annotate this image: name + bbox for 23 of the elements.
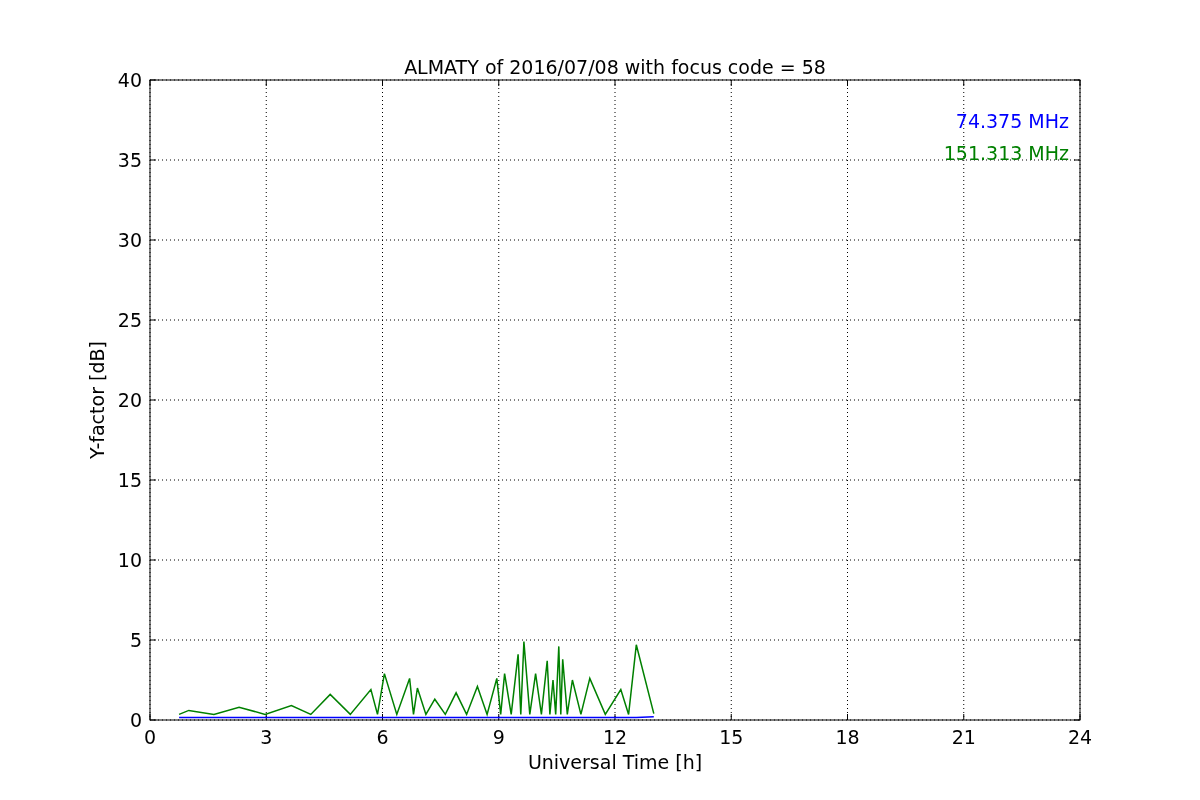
x-tick-label: 21 — [951, 726, 976, 748]
x-tick-label: 12 — [602, 726, 628, 748]
legend-label: 74.375 MHz — [955, 110, 1069, 132]
y-tick-label: 25 — [117, 309, 142, 331]
y-tick-label: 20 — [117, 389, 142, 411]
x-tick-label: 9 — [492, 726, 505, 748]
x-tick-label: 18 — [835, 726, 860, 748]
y-tick-label: 40 — [117, 69, 142, 91]
legend-label: 151.313 MHz — [943, 142, 1069, 164]
x-tick-label: 0 — [143, 726, 157, 748]
y-tick-label: 30 — [117, 229, 142, 251]
x-tick-label: 15 — [719, 726, 744, 748]
y-tick-label: 5 — [129, 629, 142, 651]
y-tick-label: 0 — [129, 709, 142, 731]
chart-title: ALMATY of 2016/07/08 with focus code = 58 — [404, 56, 826, 78]
x-tick-label: 6 — [376, 726, 389, 748]
y-tick-label: 10 — [117, 549, 142, 571]
x-tick-label: 24 — [1067, 726, 1093, 748]
y-tick-label: 15 — [117, 469, 142, 491]
y-tick-label: 35 — [117, 149, 142, 171]
x-axis-label: Universal Time [h] — [527, 751, 703, 773]
y-axis-label: Y-factor [dB] — [86, 341, 108, 459]
x-tick-label: 3 — [260, 726, 273, 748]
